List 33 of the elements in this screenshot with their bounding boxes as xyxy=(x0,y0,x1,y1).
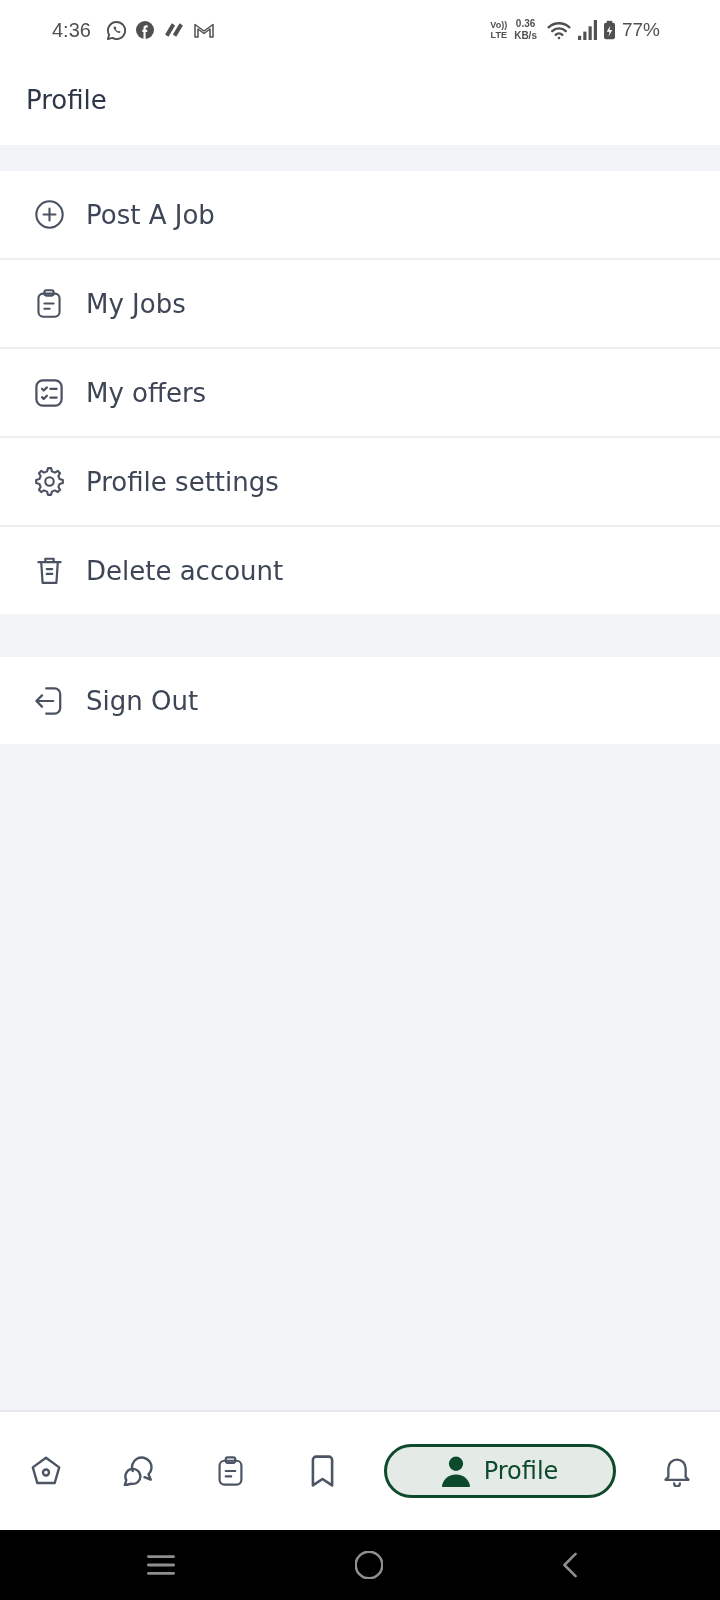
clipboard-icon xyxy=(37,289,61,318)
door-arrow-icon xyxy=(35,686,63,715)
status-time: 4:36 xyxy=(52,18,91,42)
battery-icon xyxy=(603,20,615,40)
slanted-logo-icon xyxy=(163,22,184,38)
recent-apps-icon[interactable] xyxy=(147,1555,175,1575)
home-icon[interactable] xyxy=(31,1456,61,1486)
back-icon[interactable] xyxy=(563,1552,577,1578)
gear-icon xyxy=(34,467,64,496)
wifi-icon xyxy=(546,20,571,40)
page-title: Profile xyxy=(26,84,107,115)
home-button-icon[interactable] xyxy=(355,1551,383,1579)
nav-tab[interactable]: Profile xyxy=(384,1444,616,1498)
menu-item[interactable]: Sign Out xyxy=(0,657,720,744)
checklist-icon xyxy=(35,378,63,407)
menu-item[interactable]: Post A Job xyxy=(0,171,720,258)
trash-icon xyxy=(36,556,62,585)
network-type-label: Vo)) LTE xyxy=(490,20,508,40)
signal-bars-icon xyxy=(577,20,597,40)
plus-circle-icon xyxy=(34,200,64,229)
menu-item[interactable]: Delete account xyxy=(0,525,720,614)
data-speed-label: 0.36 KB/s xyxy=(514,18,537,42)
round-logo-icon xyxy=(135,21,154,39)
chat-bubbles-icon[interactable] xyxy=(123,1456,153,1486)
clipboard-icon[interactable] xyxy=(217,1456,243,1486)
bookmark-icon[interactable] xyxy=(310,1455,334,1487)
mail-icon xyxy=(193,22,214,38)
chat-bubble-icon xyxy=(106,20,126,40)
person-icon[interactable] xyxy=(441,1455,470,1487)
menu-item[interactable]: My Jobs xyxy=(0,258,720,347)
menu-item[interactable]: Profile settings xyxy=(0,436,720,525)
battery-percent: 77% xyxy=(621,19,660,41)
menu-item[interactable]: My offers xyxy=(0,347,720,436)
